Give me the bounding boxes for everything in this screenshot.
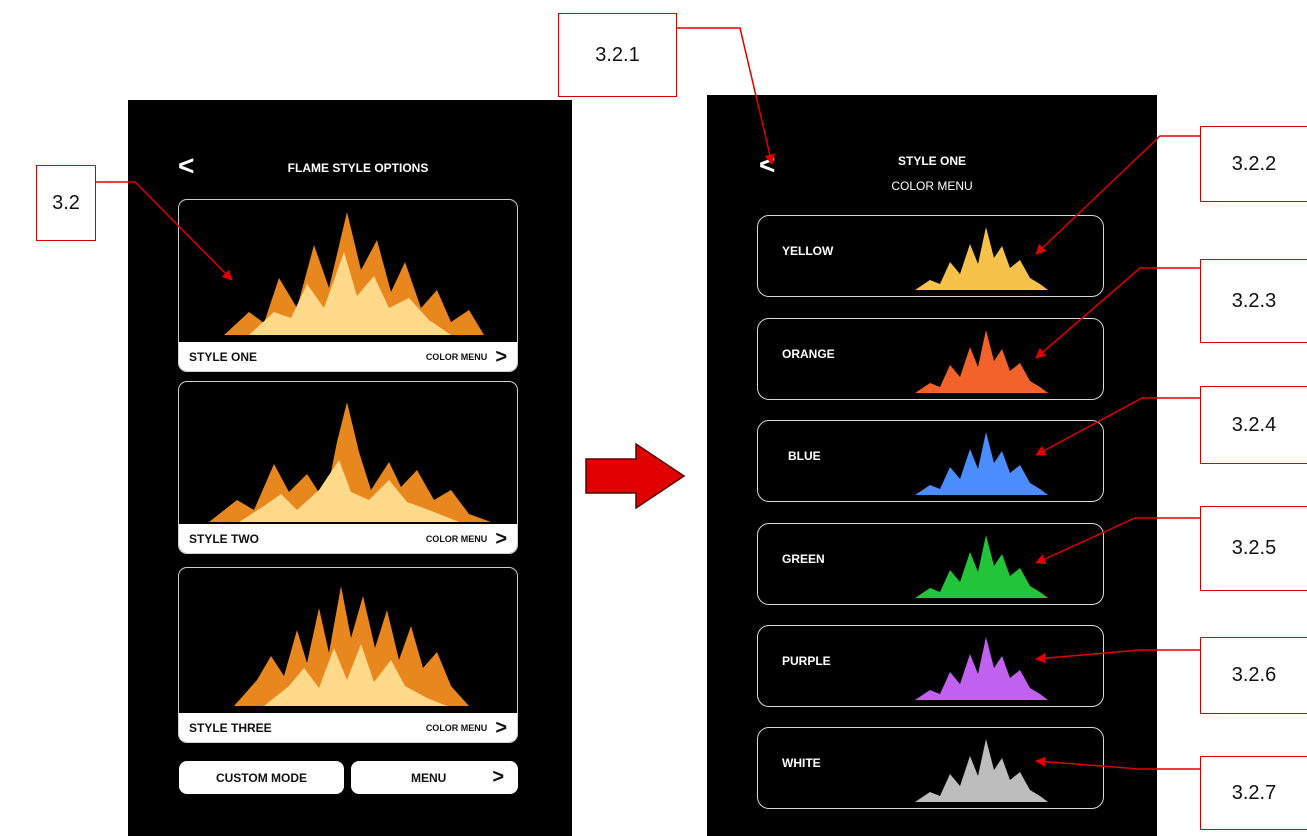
leader-line-3-2 xyxy=(96,181,233,281)
leader-line-3-2-2 xyxy=(1035,135,1200,255)
leader-line-3-2-1 xyxy=(677,27,775,166)
leader-line-3-2-5 xyxy=(1035,517,1200,564)
leader-line-3-2-3 xyxy=(1035,267,1200,359)
leader-line-3-2-7 xyxy=(1034,756,1200,770)
leader-line-3-2-4 xyxy=(1035,397,1200,456)
annotation-overlay xyxy=(96,27,1200,770)
leader-line-3-2-6 xyxy=(1034,649,1200,664)
